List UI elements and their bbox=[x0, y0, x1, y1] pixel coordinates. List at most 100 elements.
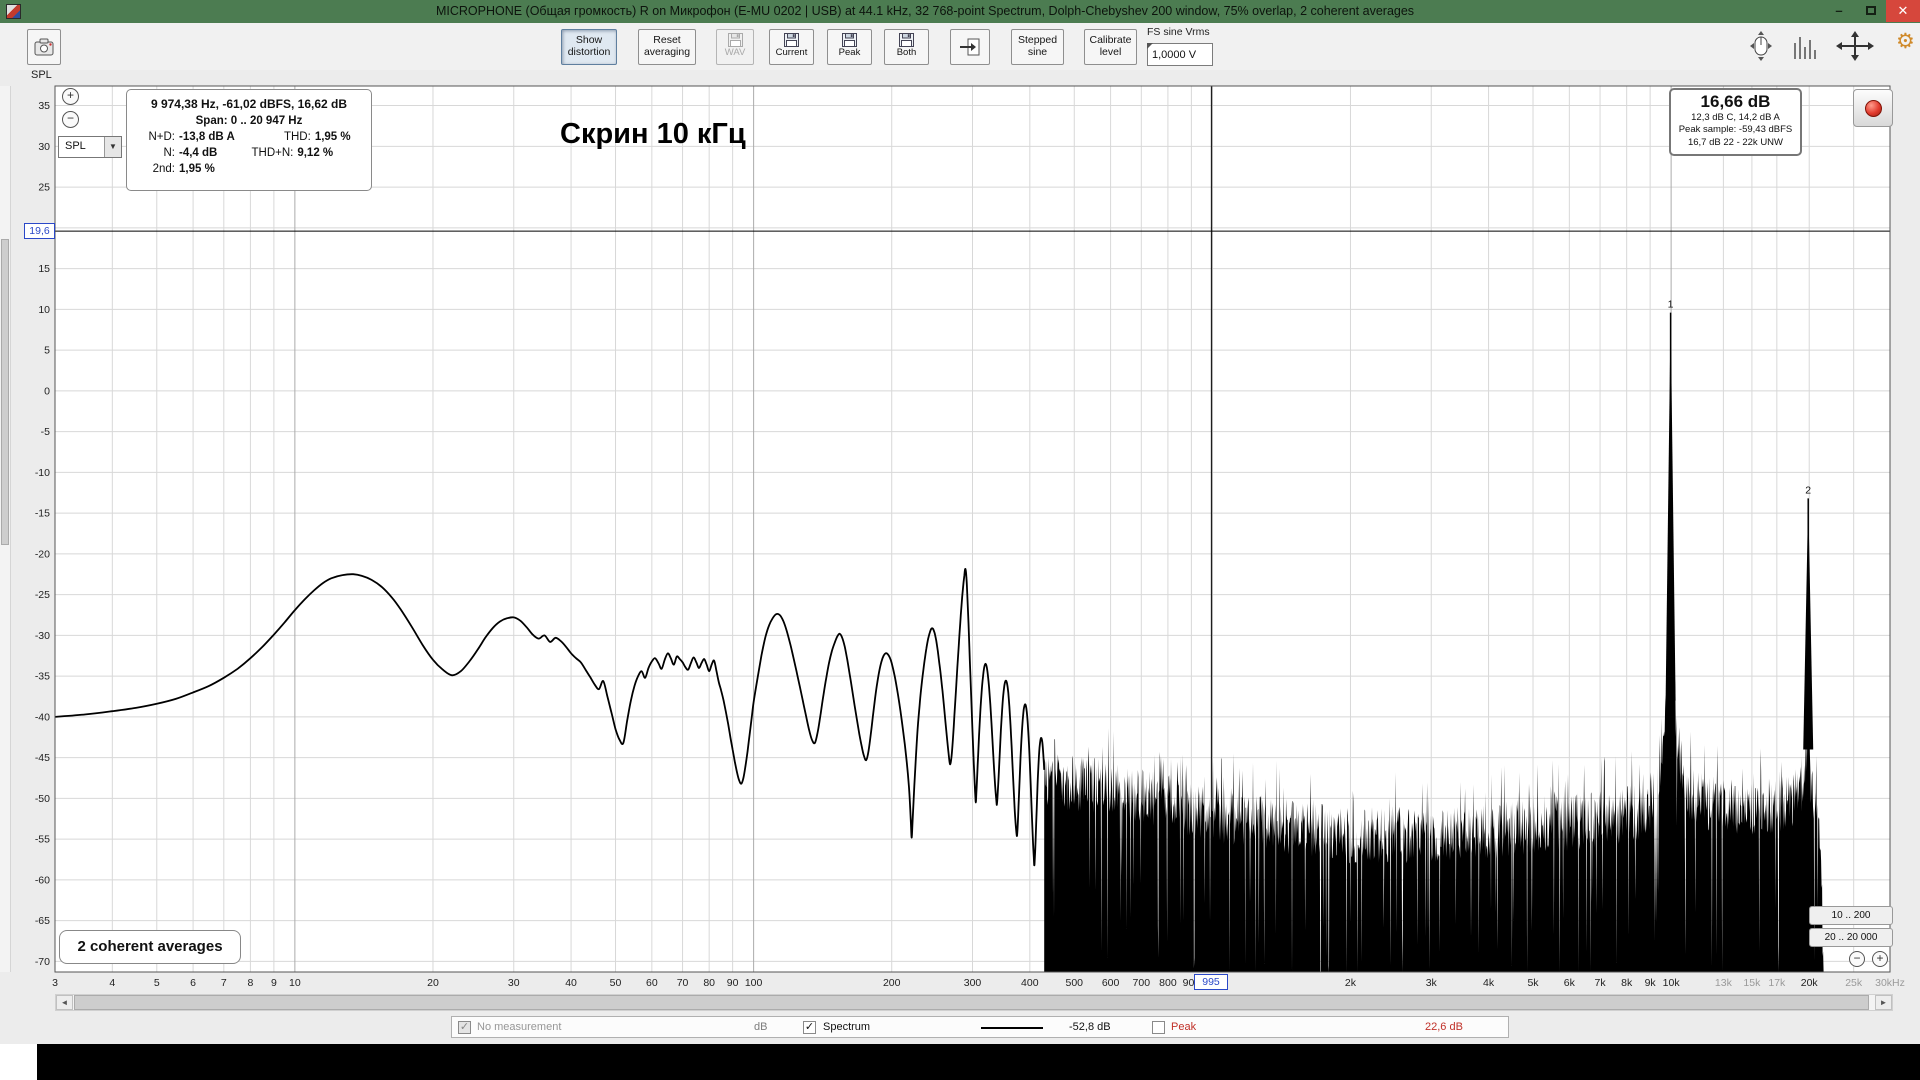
svg-text:30: 30 bbox=[508, 977, 520, 989]
vertical-scrollbar-thumb[interactable] bbox=[1, 239, 9, 545]
fs-sine-vrms-label: FS sine Vrms bbox=[1147, 26, 1210, 38]
settings-gear-icon[interactable]: ⚙ bbox=[1896, 29, 1915, 54]
level-weighted-values: 12,3 dB C, 14,2 dB A bbox=[1671, 112, 1800, 124]
range-10-200-button[interactable]: 10 .. 200 bbox=[1809, 906, 1893, 925]
snapshot-button[interactable] bbox=[27, 29, 61, 65]
svg-text:35: 35 bbox=[38, 100, 50, 112]
svg-text:10: 10 bbox=[289, 977, 301, 989]
save-wav-button[interactable]: WAV bbox=[716, 29, 754, 65]
svg-text:2: 2 bbox=[1805, 484, 1811, 496]
zoom-in-button[interactable]: + bbox=[62, 88, 79, 105]
svg-text:4k: 4k bbox=[1483, 977, 1495, 989]
svg-text:17k: 17k bbox=[1768, 977, 1786, 989]
svg-text:-45: -45 bbox=[35, 752, 50, 764]
svg-text:100: 100 bbox=[745, 977, 763, 989]
x-zoom-in-button[interactable]: + bbox=[1872, 951, 1888, 967]
range-20-20000-button[interactable]: 20 .. 20 000 bbox=[1809, 928, 1893, 947]
save-peak-button[interactable]: Peak bbox=[827, 29, 872, 65]
maximize-button[interactable] bbox=[1856, 0, 1886, 22]
svg-text:70: 70 bbox=[677, 977, 689, 989]
db-unit-label: dB bbox=[754, 1021, 767, 1033]
svg-text:25: 25 bbox=[38, 182, 50, 194]
bottom-black-bar bbox=[0, 1044, 1920, 1080]
n-value: -4,4 dB bbox=[179, 147, 217, 159]
svg-text:60: 60 bbox=[646, 977, 658, 989]
svg-text:1: 1 bbox=[1668, 299, 1674, 311]
floppy-disk-icon bbox=[842, 33, 857, 47]
y-axis-title: SPL bbox=[31, 69, 52, 81]
minimize-button[interactable]: – bbox=[1824, 0, 1854, 22]
svg-text:800: 800 bbox=[1159, 977, 1177, 989]
spectrum-checkbox[interactable]: ✓ bbox=[803, 1021, 816, 1034]
spectrum-label: Spectrum bbox=[823, 1021, 870, 1033]
no-measurement-checkbox[interactable]: ✓ bbox=[458, 1021, 471, 1034]
thdn-value: 9,12 % bbox=[297, 147, 333, 159]
show-distortion-button[interactable]: Show distortion bbox=[561, 29, 617, 65]
svg-text:6: 6 bbox=[190, 977, 196, 989]
scroll-right-arrow[interactable]: ► bbox=[1875, 995, 1892, 1010]
bottom-corner-square bbox=[0, 1044, 37, 1080]
title-bar: MICROPHONE (Общая громкость) R on Микроф… bbox=[0, 0, 1920, 23]
level-main-value: 16,66 dB bbox=[1671, 92, 1800, 112]
svg-text:10k: 10k bbox=[1663, 977, 1681, 989]
scroll-left-arrow[interactable]: ◄ bbox=[56, 995, 73, 1010]
svg-text:8k: 8k bbox=[1621, 977, 1633, 989]
record-button[interactable] bbox=[1853, 89, 1893, 127]
record-icon bbox=[1865, 100, 1882, 117]
svg-text:25k: 25k bbox=[1845, 977, 1863, 989]
stepped-sine-button[interactable]: Stepped sine bbox=[1011, 29, 1064, 65]
spl-scale-dropdown[interactable]: SPL ▼ bbox=[58, 136, 122, 158]
floppy-disk-icon bbox=[784, 33, 799, 47]
peak-checkbox[interactable] bbox=[1152, 1021, 1165, 1034]
pan-zoom-arrows-icon[interactable] bbox=[1836, 31, 1874, 61]
check-icon: ✓ bbox=[805, 1021, 814, 1033]
svg-text:-10: -10 bbox=[35, 467, 50, 479]
x-zoom-out-button[interactable]: − bbox=[1849, 951, 1865, 967]
zoom-out-button[interactable]: − bbox=[62, 111, 79, 128]
svg-text:500: 500 bbox=[1066, 977, 1084, 989]
svg-text:80: 80 bbox=[703, 977, 715, 989]
thd-value: 1,95 % bbox=[315, 131, 351, 143]
svg-text:7k: 7k bbox=[1595, 977, 1607, 989]
peak-level-value: 22,6 dB bbox=[1425, 1021, 1463, 1033]
save-both-button[interactable]: Both bbox=[884, 29, 929, 65]
input-corner-marker bbox=[1147, 43, 1153, 49]
fs-sine-vrms-input[interactable] bbox=[1147, 43, 1213, 66]
svg-text:30: 30 bbox=[38, 141, 50, 153]
svg-text:-55: -55 bbox=[35, 834, 50, 846]
dropdown-arrow-icon[interactable]: ▼ bbox=[104, 137, 121, 157]
close-button[interactable]: ✕ bbox=[1886, 0, 1920, 22]
horizontal-scrollbar-thumb[interactable] bbox=[74, 995, 1869, 1010]
svg-text:3: 3 bbox=[52, 977, 58, 989]
svg-text:4: 4 bbox=[109, 977, 115, 989]
second-harmonic-label: 2nd: bbox=[135, 163, 175, 175]
svg-text:9: 9 bbox=[271, 977, 277, 989]
peak-label: Peak bbox=[1171, 1021, 1196, 1033]
x-cursor-label[interactable]: 995 bbox=[1194, 974, 1228, 990]
svg-text:400: 400 bbox=[1021, 977, 1039, 989]
export-signal-button[interactable] bbox=[950, 29, 990, 65]
save-current-button[interactable]: Current bbox=[769, 29, 814, 65]
vertical-scrollbar[interactable] bbox=[0, 86, 11, 972]
svg-text:-40: -40 bbox=[35, 711, 50, 723]
n-label: N: bbox=[135, 147, 175, 159]
svg-text:5: 5 bbox=[154, 977, 160, 989]
readout-row: 2nd:1,95 % bbox=[135, 163, 363, 175]
check-icon: ✓ bbox=[460, 1021, 469, 1033]
y-cursor-label[interactable]: 19,6 bbox=[24, 223, 55, 239]
mouse-zoom-icon[interactable] bbox=[1744, 31, 1778, 61]
svg-text:8: 8 bbox=[247, 977, 253, 989]
spectrum-level-value: -52,8 dB bbox=[1069, 1021, 1111, 1033]
spectrum-bars-icon[interactable] bbox=[1792, 33, 1820, 59]
svg-text:200: 200 bbox=[883, 977, 901, 989]
averages-badge: 2 coherent averages bbox=[59, 930, 241, 964]
horizontal-scrollbar[interactable]: ◄ ► bbox=[55, 994, 1893, 1011]
floppy-disk-icon bbox=[899, 33, 914, 47]
save-wav-label: WAV bbox=[725, 48, 746, 59]
calibrate-level-button[interactable]: Calibrate level bbox=[1084, 29, 1137, 65]
readout-row: N:-4,4 dB THD+N:9,12 % bbox=[135, 147, 363, 159]
reset-averaging-button[interactable]: Reset averaging bbox=[638, 29, 696, 65]
measurement-readout-box: 9 974,38 Hz, -61,02 dBFS, 16,62 dB Span:… bbox=[126, 89, 372, 191]
span-readout: Span: 0 .. 20 947 Hz bbox=[135, 115, 363, 127]
svg-text:2k: 2k bbox=[1345, 977, 1357, 989]
